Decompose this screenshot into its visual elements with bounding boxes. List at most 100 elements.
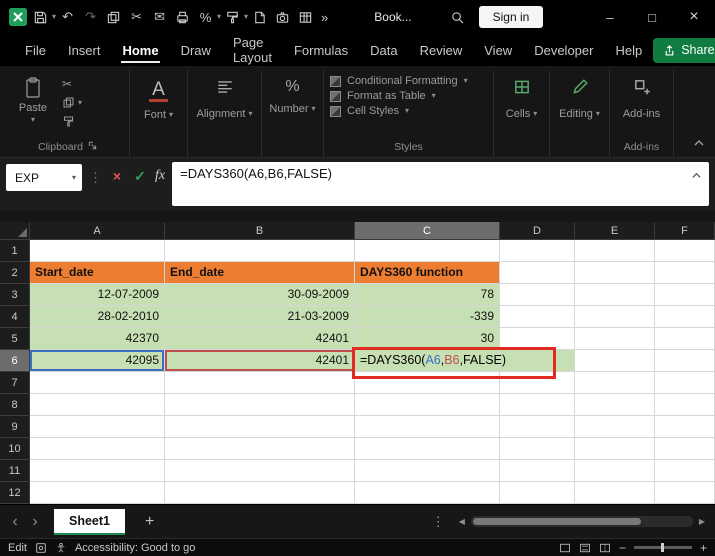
cell-D4[interactable] [500,306,575,328]
cell-B12[interactable] [165,482,355,504]
cell-D6[interactable] [500,350,575,372]
format-painter-small-icon[interactable] [62,114,82,129]
paste-button[interactable]: Paste ▾ [10,72,56,138]
cell-A4[interactable]: 28-02-2010 [30,306,165,328]
column-header-B[interactable]: B [165,222,355,240]
name-box[interactable]: EXP ▾ [6,164,82,191]
formula-bar-collapse-icon[interactable] [691,168,702,183]
cell-B10[interactable] [165,438,355,460]
font-group[interactable]: A Font ▾ [130,70,188,157]
cell-D1[interactable] [500,240,575,262]
cell-D9[interactable] [500,416,575,438]
cell-D8[interactable] [500,394,575,416]
cell-E8[interactable] [575,394,655,416]
cell-C12[interactable] [355,482,500,504]
row-header-9[interactable]: 9 [0,416,30,438]
cell-E10[interactable] [575,438,655,460]
name-box-dropdown-icon[interactable]: ▾ [72,173,76,182]
cell-F2[interactable] [655,262,715,284]
cell-A5[interactable]: 42370 [30,328,165,350]
minimize-icon[interactable]: – [589,0,631,34]
zoom-in-icon[interactable]: + [700,541,707,555]
normal-view-icon[interactable] [559,542,571,554]
clipboard-dialog-launcher[interactable] [88,141,97,153]
styles-item-format-as-table[interactable]: Format as Table ▾ [330,90,487,102]
more-commands-chevron[interactable]: » [321,10,328,25]
cell-A7[interactable] [30,372,165,394]
menu-tab-insert[interactable]: Insert [57,34,112,66]
menu-tab-view[interactable]: View [473,34,523,66]
cell-F9[interactable] [655,416,715,438]
cell-B11[interactable] [165,460,355,482]
cell-A10[interactable] [30,438,165,460]
cell-F4[interactable] [655,306,715,328]
copy-small-icon[interactable]: ▾ [62,95,82,110]
formula-input[interactable]: =DAYS360(A6,B6,FALSE) [172,162,709,206]
cut-small-icon[interactable]: ✂ [62,76,82,91]
zoom-out-icon[interactable]: − [619,541,626,555]
cell-B1[interactable] [165,240,355,262]
add-sheet-button[interactable]: + [145,513,154,531]
cell-E3[interactable] [575,284,655,306]
alignment-group[interactable]: Alignment ▾ [188,70,262,157]
document-icon[interactable] [248,4,271,30]
zoom-slider-thumb[interactable] [660,543,664,552]
cell-F12[interactable] [655,482,715,504]
row-header-1[interactable]: 1 [0,240,30,262]
cell-C3[interactable]: 78 [355,284,500,306]
cell-D3[interactable] [500,284,575,306]
print-icon[interactable] [171,4,194,30]
cell-F11[interactable] [655,460,715,482]
hscroll-left-arrow[interactable]: ◀ [459,517,465,526]
cell-D5[interactable] [500,328,575,350]
row-header-3[interactable]: 3 [0,284,30,306]
cell-C10[interactable] [355,438,500,460]
cell-E4[interactable] [575,306,655,328]
hscroll-thumb[interactable] [472,518,641,525]
cell-A11[interactable] [30,460,165,482]
share-button[interactable]: Share ▾ [653,37,715,63]
column-header-C[interactable]: C [355,222,500,240]
cell-E11[interactable] [575,460,655,482]
cell-E6[interactable] [575,350,655,372]
tabbar-options-icon[interactable]: ⋮ [432,514,445,530]
cell-D2[interactable] [500,262,575,284]
cell-F10[interactable] [655,438,715,460]
format-painter-icon[interactable] [221,4,244,30]
cell-B2[interactable]: End_date [165,262,355,284]
maximize-icon[interactable]: □ [631,0,673,34]
collapse-ribbon-chevron[interactable] [693,135,705,153]
sheet-nav-left-icon[interactable]: ‹ [8,513,22,531]
cell-B3[interactable]: 30-09-2009 [165,284,355,306]
enter-icon[interactable]: ✓ [132,168,148,185]
cell-A6[interactable]: 42095 [30,350,165,372]
menu-tab-file[interactable]: File [14,34,57,66]
cell-C6[interactable]: =DAYS360(A6,B6,FALSE) [355,350,506,372]
cut-icon[interactable]: ✂ [125,4,148,30]
cell-D10[interactable] [500,438,575,460]
redo-icon[interactable]: ↷ [79,4,102,30]
cell-E2[interactable] [575,262,655,284]
row-header-4[interactable]: 4 [0,306,30,328]
cell-B9[interactable] [165,416,355,438]
cell-D11[interactable] [500,460,575,482]
column-header-F[interactable]: F [655,222,715,240]
styles-item-cell-styles[interactable]: Cell Styles ▾ [330,105,487,117]
cell-E12[interactable] [575,482,655,504]
save-icon[interactable] [29,4,52,30]
column-header-E[interactable]: E [575,222,655,240]
number-group[interactable]: % Number ▾ [262,70,324,157]
row-header-12[interactable]: 12 [0,482,30,504]
horizontal-scrollbar[interactable] [470,516,693,527]
cell-C9[interactable] [355,416,500,438]
close-icon[interactable]: × [673,0,715,34]
zoom-slider[interactable] [633,543,692,552]
cell-A8[interactable] [30,394,165,416]
cell-F7[interactable] [655,372,715,394]
page-layout-icon[interactable] [579,542,591,554]
cell-D7[interactable] [500,372,575,394]
cell-F5[interactable] [655,328,715,350]
row-header-7[interactable]: 7 [0,372,30,394]
cell-F1[interactable] [655,240,715,262]
cell-C11[interactable] [355,460,500,482]
